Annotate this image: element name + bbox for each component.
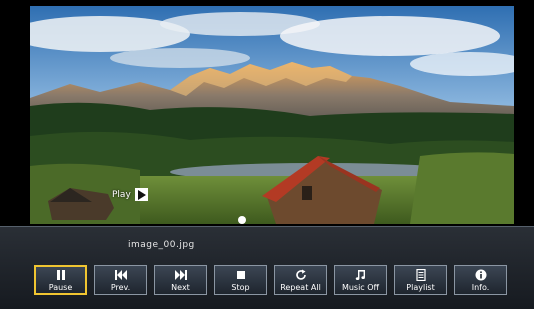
control-panel: image_00.jpg Pause Prev. Next Stop Repea… [0, 226, 534, 309]
pause-label: Pause [48, 282, 73, 292]
previous-label: Prev. [110, 282, 131, 292]
music-off-label: Music Off [341, 282, 380, 292]
playlist-label: Playlist [406, 282, 435, 292]
playlist-icon [415, 268, 427, 281]
next-icon [174, 269, 188, 281]
previous-button[interactable]: Prev. [94, 265, 147, 295]
stop-icon [235, 269, 247, 281]
info-label: Info. [471, 282, 490, 292]
stop-button[interactable]: Stop [214, 265, 267, 295]
pause-icon [55, 269, 67, 281]
landscape-photo [30, 6, 514, 224]
photo-viewer [30, 6, 514, 224]
control-button-row: Pause Prev. Next Stop Repeat All Music O… [34, 265, 507, 295]
next-button[interactable]: Next [154, 265, 207, 295]
repeat-all-label: Repeat All [280, 282, 321, 292]
info-icon [475, 269, 487, 281]
music-icon [355, 269, 367, 281]
playlist-button[interactable]: Playlist [394, 265, 447, 295]
next-label: Next [171, 282, 190, 292]
play-overlay[interactable]: Play [112, 188, 148, 201]
previous-icon [114, 269, 128, 281]
pause-button[interactable]: Pause [34, 265, 87, 295]
info-button[interactable]: Info. [454, 265, 507, 295]
stop-label: Stop [231, 282, 250, 292]
music-off-button[interactable]: Music Off [334, 265, 387, 295]
filename-label: image_00.jpg [128, 240, 195, 250]
repeat-icon [295, 269, 307, 281]
repeat-all-button[interactable]: Repeat All [274, 265, 327, 295]
play-icon [134, 188, 148, 201]
play-overlay-label: Play [112, 189, 131, 200]
